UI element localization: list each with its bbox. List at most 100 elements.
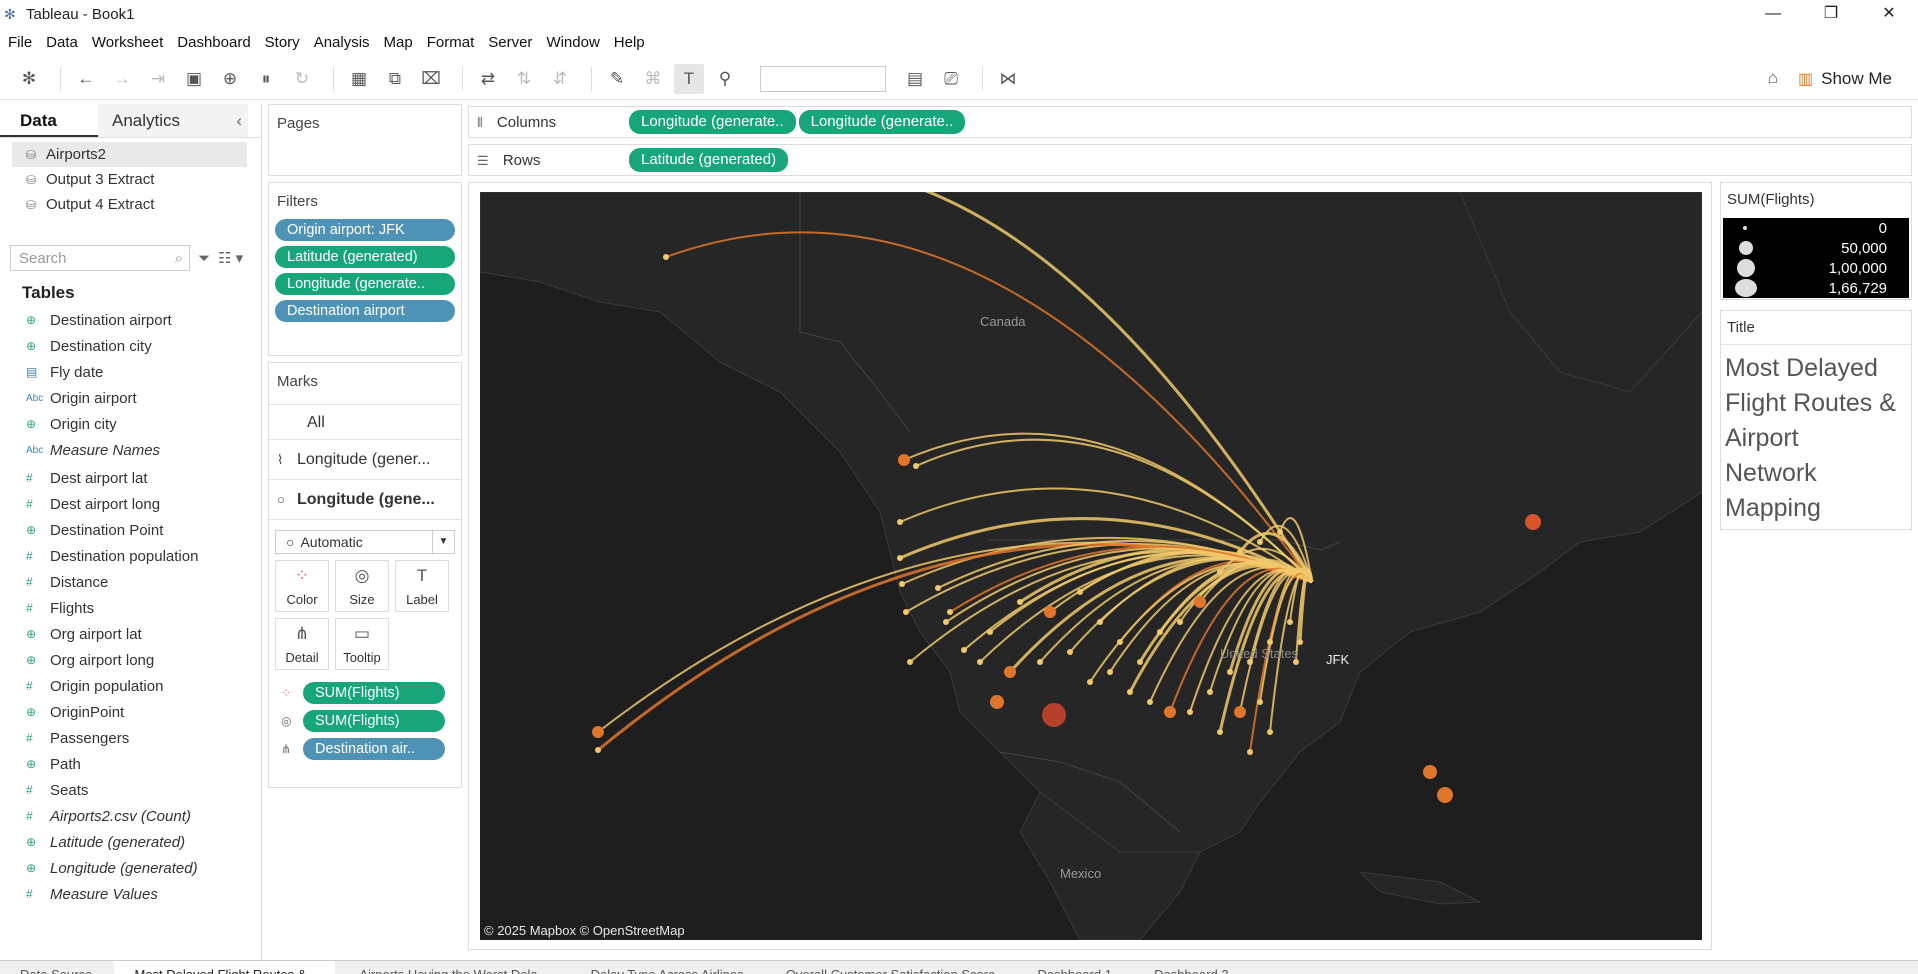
sheet-tab[interactable]: Data Source — [0, 961, 110, 974]
airport-marker[interactable] — [1437, 787, 1453, 803]
airport-marker[interactable] — [1267, 639, 1273, 645]
menu-dashboard[interactable]: Dashboard — [177, 34, 250, 51]
presentation-mode-icon[interactable]: ⎚ — [936, 64, 966, 94]
airport-marker[interactable] — [1234, 706, 1246, 718]
menu-window[interactable]: Window — [546, 34, 599, 51]
columns-shelf[interactable]: ⦀ Columns Longitude (generate.. Longitud… — [468, 106, 1912, 138]
undo-icon[interactable]: ← — [71, 64, 101, 94]
close-button[interactable]: ✕ — [1860, 0, 1918, 28]
mark-type-dropdown[interactable]: ○ Automatic ▼ — [275, 530, 455, 554]
marks-layer-circle[interactable]: ○ Longitude (gene... — [269, 480, 461, 520]
rows-shelf[interactable]: ☰ Rows Latitude (generated) — [468, 144, 1912, 176]
field-item[interactable]: # Destination population — [0, 543, 261, 569]
duplicate-sheet-icon[interactable]: ⧉ — [380, 64, 410, 94]
pause-updates-icon[interactable]: ⏸ — [251, 64, 281, 94]
field-item[interactable]: ⊕ Path — [0, 751, 261, 777]
sort-ascending-icon[interactable]: ⇅ — [509, 64, 539, 94]
tooltip-button[interactable]: ▭ Tooltip — [335, 618, 389, 670]
highlight-icon[interactable]: ✎ — [602, 64, 632, 94]
columns-pill[interactable]: Longitude (generate.. — [798, 110, 966, 134]
filters-shelf[interactable]: Filters Origin airport: JFK Latitude (ge… — [268, 182, 462, 356]
airport-marker[interactable] — [1194, 596, 1206, 608]
airport-marker[interactable] — [1117, 639, 1123, 645]
tab-data[interactable]: Data — [0, 104, 98, 137]
tableau-home-icon[interactable]: ✻ — [14, 64, 44, 94]
airport-marker[interactable] — [1207, 689, 1213, 695]
airport-marker[interactable] — [1087, 679, 1093, 685]
data-source-item[interactable]: ⛁ Output 4 Extract — [0, 192, 261, 217]
airport-marker[interactable] — [1042, 703, 1066, 727]
menu-data[interactable]: Data — [46, 34, 78, 51]
menu-worksheet[interactable]: Worksheet — [92, 34, 163, 51]
replay-icon[interactable]: ⇥ — [143, 64, 173, 94]
airport-marker[interactable] — [903, 609, 909, 615]
columns-pill[interactable]: Longitude (generate.. — [629, 110, 796, 134]
data-source-item[interactable]: ⛁ Output 3 Extract — [0, 167, 261, 192]
field-item[interactable]: ⊕ Origin city — [0, 411, 261, 437]
sheet-tab[interactable]: Dashboard 1 — [1017, 961, 1129, 974]
airport-marker[interactable] — [595, 747, 601, 753]
save-icon[interactable]: ▣ — [179, 64, 209, 94]
sheet-tab[interactable]: Delay Type Across Airlines — [571, 961, 762, 974]
field-item[interactable]: ⊕ OriginPoint — [0, 699, 261, 725]
group-members-icon[interactable]: ⌘ — [638, 64, 668, 94]
airport-marker[interactable] — [1257, 699, 1263, 705]
airport-marker[interactable] — [1157, 629, 1163, 635]
minimize-button[interactable]: — — [1744, 0, 1802, 28]
menu-help[interactable]: Help — [614, 34, 645, 51]
menu-map[interactable]: Map — [384, 34, 413, 51]
airport-marker[interactable] — [1277, 529, 1283, 535]
airport-marker[interactable] — [1037, 659, 1043, 665]
airport-marker[interactable] — [1297, 639, 1303, 645]
show-mark-labels-icon[interactable]: T — [674, 63, 704, 94]
field-item[interactable]: ⊕ Org airport lat — [0, 621, 261, 647]
airport-marker[interactable] — [899, 581, 905, 587]
pin-icon[interactable]: ⌂ — [1768, 68, 1778, 88]
tab-analytics[interactable]: Analytics ‹ — [98, 104, 248, 137]
airport-marker[interactable] — [663, 254, 669, 260]
menu-server[interactable]: Server — [488, 34, 532, 51]
label-button[interactable]: T Label — [395, 560, 449, 612]
field-item[interactable]: # Distance — [0, 569, 261, 595]
airport-marker[interactable] — [898, 454, 910, 466]
share-icon[interactable]: ⋈ — [993, 64, 1023, 94]
marks-field-pill[interactable]: SUM(Flights) — [303, 710, 445, 732]
airport-marker[interactable] — [947, 609, 953, 615]
airport-marker[interactable] — [1247, 749, 1253, 755]
menu-story[interactable]: Story — [265, 34, 300, 51]
airport-marker[interactable] — [1077, 589, 1083, 595]
field-item[interactable]: # Measure Values — [0, 881, 261, 907]
legend-item[interactable]: 0 — [1723, 218, 1909, 238]
airport-marker[interactable] — [943, 619, 949, 625]
filter-pill[interactable]: Longitude (generate.. — [275, 273, 455, 295]
menu-format[interactable]: Format — [427, 34, 475, 51]
airport-marker[interactable] — [1137, 659, 1143, 665]
field-item[interactable]: Abc Origin airport — [0, 385, 261, 411]
show-me-button[interactable]: ▥ Show Me — [1798, 58, 1892, 100]
refresh-icon[interactable]: ↻ — [287, 64, 317, 94]
sheet-tab[interactable]: Overall Customer Satisfaction Score — [766, 961, 1014, 974]
field-item[interactable]: # Flights — [0, 595, 261, 621]
airport-marker[interactable] — [1067, 649, 1073, 655]
search-input[interactable]: Search ⌕ — [10, 245, 190, 271]
airport-marker[interactable] — [897, 555, 903, 561]
filter-icon[interactable]: ⏷ — [198, 250, 210, 267]
airport-marker[interactable] — [913, 463, 919, 469]
field-item[interactable]: ⊕ Longitude (generated) — [0, 855, 261, 881]
airport-marker[interactable] — [1004, 666, 1016, 678]
airport-marker[interactable] — [1164, 706, 1176, 718]
airport-marker[interactable] — [907, 659, 913, 665]
airport-marker[interactable] — [897, 519, 903, 525]
airport-marker[interactable] — [961, 647, 967, 653]
airport-marker[interactable] — [977, 659, 983, 665]
sheet-tab[interactable]: Most Delayed Flight Routes &... — [114, 961, 336, 974]
filter-pill[interactable]: Origin airport: JFK — [275, 219, 455, 241]
show-cards-icon[interactable]: ▤ — [900, 64, 930, 94]
detail-button[interactable]: ⋔ Detail — [275, 618, 329, 670]
airport-marker[interactable] — [1147, 699, 1153, 705]
field-item[interactable]: # Airports2.csv (Count) — [0, 803, 261, 829]
airport-marker[interactable] — [1257, 539, 1263, 545]
sheet-tab[interactable]: Dashboard 2 — [1134, 961, 1246, 974]
airport-marker[interactable] — [1127, 689, 1133, 695]
swap-rows-columns-icon[interactable]: ⇄ — [473, 64, 503, 94]
